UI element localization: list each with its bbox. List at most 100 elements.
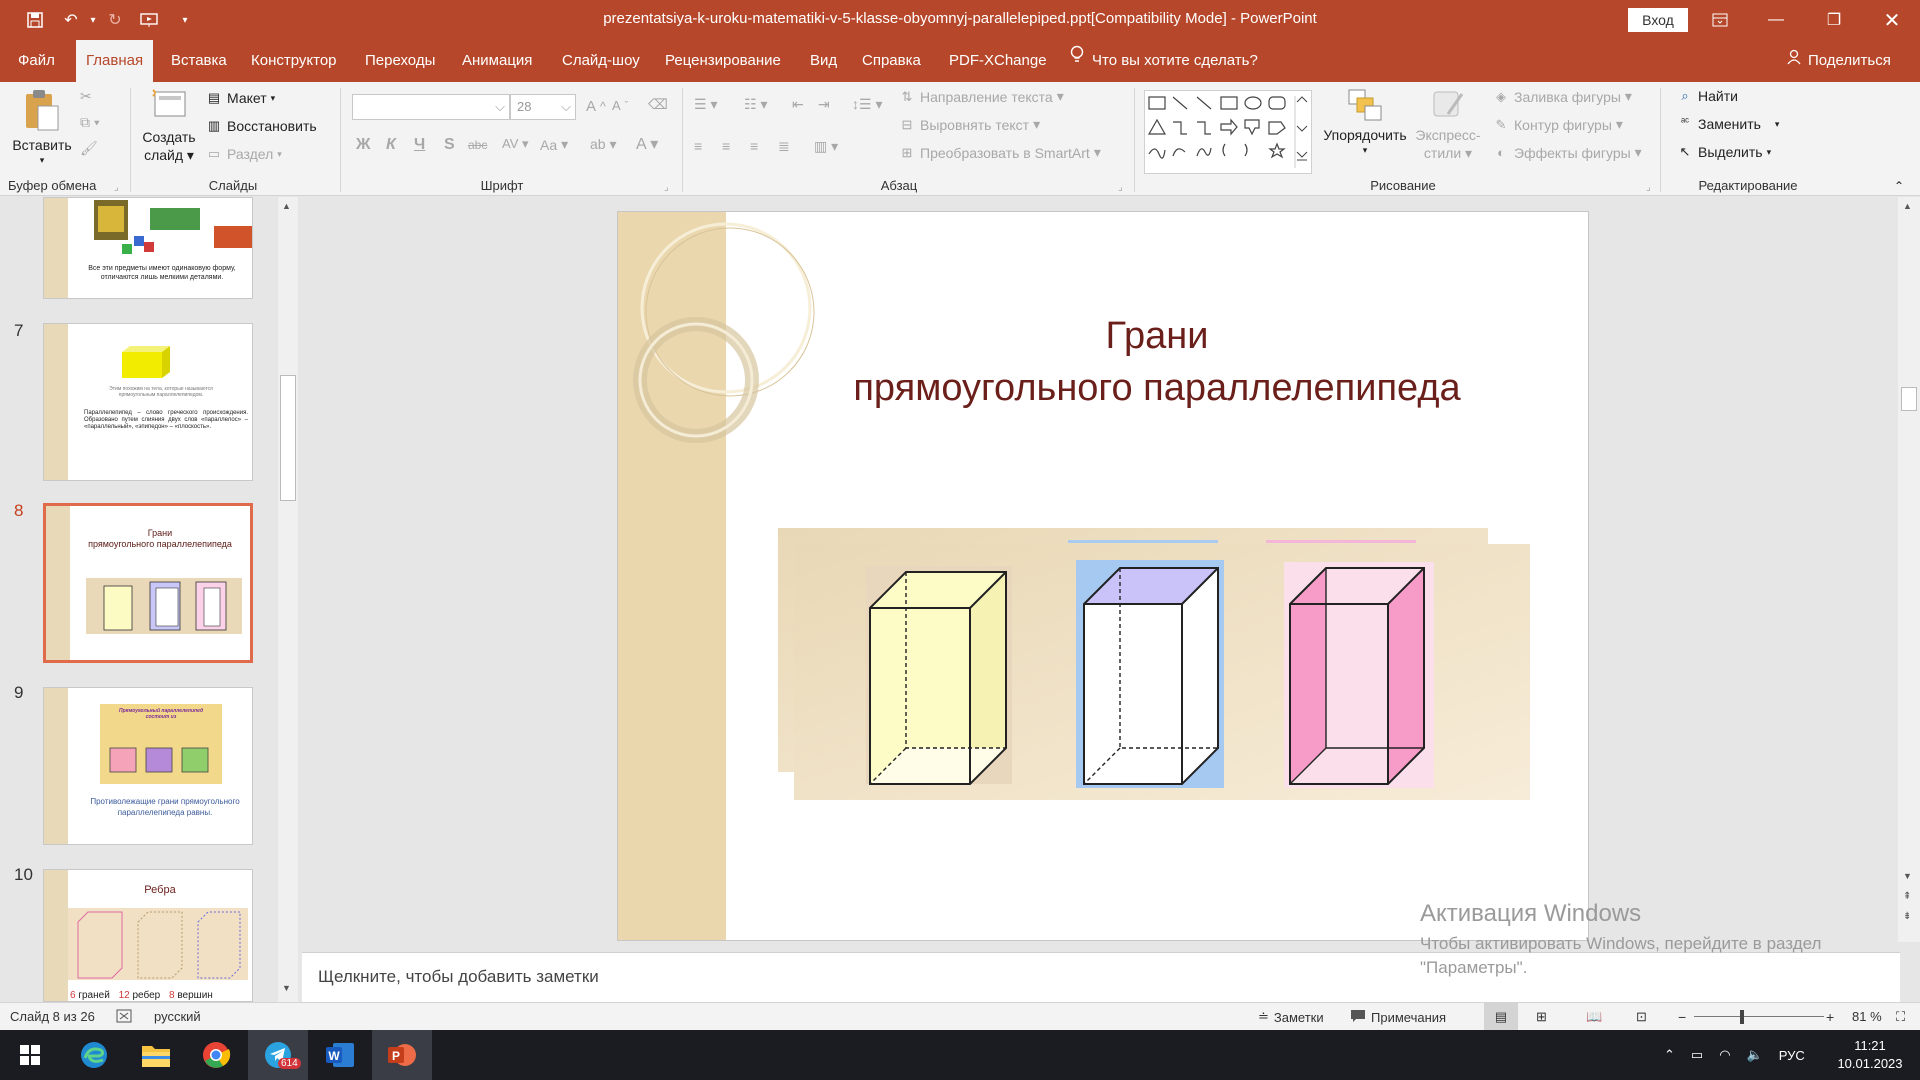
increase-font-icon[interactable]: A ^ <box>586 98 606 115</box>
zoom-level[interactable]: 81 % <box>1852 1009 1882 1024</box>
slide-scrollbar[interactable]: ▲ ▼ ⇞ ⇟ <box>1898 197 1920 942</box>
sign-in-button[interactable]: Вход <box>1628 8 1688 32</box>
paragraph-launcher-icon[interactable]: ⌟ <box>1118 182 1123 193</box>
bullets-icon[interactable]: ☰ ▾ <box>694 96 717 113</box>
tab-insert[interactable]: Вставка <box>161 40 237 82</box>
slide-thumbnail-7[interactable]: Этим похожим на тела, которые называются… <box>43 323 253 481</box>
language-indicator[interactable]: русский <box>154 1009 201 1024</box>
character-spacing-icon[interactable]: AV ▾ <box>502 136 529 152</box>
tab-slideshow[interactable]: Слайд-шоу <box>552 40 650 82</box>
new-slide-button[interactable]: Создать слайд ▾ <box>138 88 200 164</box>
tab-file[interactable]: Файл <box>8 40 65 82</box>
normal-view-icon[interactable]: ▤ <box>1484 1003 1518 1030</box>
slide-thumbnail-10[interactable]: Ребра 6 граней 12 ребер 8 вершин <box>43 869 253 1002</box>
decrease-font-icon[interactable]: Aˇ <box>612 98 628 113</box>
scroll-up-icon[interactable]: ▲ <box>1903 201 1912 211</box>
tab-transitions[interactable]: Переходы <box>355 40 445 82</box>
tab-home[interactable]: Главная <box>76 40 154 82</box>
layout-button[interactable]: ▤ Макет ▾ <box>205 90 275 106</box>
comments-button[interactable]: Примечания <box>1350 1009 1446 1026</box>
arrange-button[interactable]: Упорядочить ▾ <box>1318 88 1412 156</box>
reading-view-icon[interactable]: 📖 <box>1586 1009 1602 1025</box>
copy-icon[interactable]: ⧉ ▾ <box>80 114 100 131</box>
tab-pdf-xchange[interactable]: PDF-XChange <box>939 40 1057 82</box>
tab-animations[interactable]: Анимация <box>452 40 542 82</box>
reset-button[interactable]: ▥ Восстановить <box>205 118 317 134</box>
align-left-icon[interactable]: ≡ <box>694 138 702 154</box>
shape-fill-button[interactable]: ◈ Заливка фигуры ▾ <box>1492 88 1632 105</box>
zoom-slider-thumb[interactable] <box>1740 1010 1744 1024</box>
share-button[interactable]: Поделиться <box>1776 40 1901 82</box>
zoom-slider[interactable] <box>1694 1016 1824 1017</box>
highlight-icon[interactable]: ab ▾ <box>590 136 617 153</box>
fit-to-window-icon[interactable]: ⛶ <box>1896 1009 1905 1025</box>
notes-toggle-button[interactable]: ≐ Заметки <box>1258 1009 1324 1025</box>
spellcheck-icon[interactable] <box>116 1009 134 1023</box>
drawing-launcher-icon[interactable]: ⌟ <box>1646 182 1651 193</box>
bold-button[interactable]: Ж <box>356 136 370 154</box>
parallelepipeds-picture[interactable] <box>778 528 1538 818</box>
clear-formatting-icon[interactable]: ⌫ <box>648 96 668 113</box>
chrome-icon[interactable] <box>186 1030 246 1080</box>
scroll-up-icon[interactable]: ▲ <box>282 201 291 211</box>
ribbon-display-options-icon[interactable] <box>1692 0 1748 40</box>
shadow-button[interactable]: S <box>444 136 455 154</box>
slide-thumbnail-9[interactable]: Прямоугольный параллелепипед состоит из … <box>43 687 253 845</box>
close-icon[interactable]: ✕ <box>1864 0 1920 40</box>
show-hidden-icons-icon[interactable]: ⌃ <box>1664 1047 1675 1063</box>
tell-me-search[interactable]: Что вы хотите сделать? <box>1060 40 1268 82</box>
increase-indent-icon[interactable]: ⇥ <box>818 96 830 113</box>
scroll-down-icon[interactable]: ▼ <box>282 983 291 993</box>
word-icon[interactable]: W <box>310 1030 370 1080</box>
scrollbar-thumb[interactable] <box>1901 387 1917 411</box>
slide-title[interactable]: Грани прямоугольного параллелепипеда <box>726 310 1588 414</box>
underline-button[interactable]: Ч <box>414 136 425 154</box>
justify-icon[interactable]: ≣ <box>778 138 790 155</box>
select-button[interactable]: ↖ Выделить ▾ <box>1676 144 1772 160</box>
font-name-combo[interactable]: ⌵ <box>352 94 510 120</box>
find-button[interactable]: ⌕ Найти <box>1676 88 1738 104</box>
shapes-gallery[interactable] <box>1144 90 1312 174</box>
restore-icon[interactable]: ❐ <box>1806 0 1862 40</box>
smartart-button[interactable]: ⊞ Преобразовать в SmartArt ▾ <box>898 144 1101 161</box>
slide-thumbnail-6[interactable]: Все эти предметы имеют одинаковую форму,… <box>43 197 253 299</box>
slide-sorter-icon[interactable]: ⊞ <box>1536 1009 1547 1025</box>
file-explorer-icon[interactable] <box>126 1030 186 1080</box>
zoom-in-icon[interactable]: + <box>1826 1009 1834 1025</box>
columns-icon[interactable]: ▥ ▾ <box>814 138 838 155</box>
edge-icon[interactable] <box>64 1030 124 1080</box>
slideshow-view-icon[interactable]: ⊡ <box>1636 1009 1647 1025</box>
battery-icon[interactable]: ▭ <box>1691 1047 1703 1063</box>
line-spacing-icon[interactable]: ↕☰ ▾ <box>852 96 882 113</box>
quick-styles-button[interactable]: Экспресс- стили ▾ <box>1414 88 1482 162</box>
clock[interactable]: 11:21 10.01.2023 <box>1830 1030 1910 1080</box>
minimize-icon[interactable]: — <box>1748 0 1804 40</box>
clipboard-launcher-icon[interactable]: ⌟ <box>114 182 119 193</box>
volume-icon[interactable]: 🔈 <box>1747 1047 1763 1063</box>
shape-outline-button[interactable]: ✎ Контур фигуры ▾ <box>1492 116 1623 133</box>
telegram-icon[interactable]: 614 <box>248 1030 308 1080</box>
tab-help[interactable]: Справка <box>852 40 931 82</box>
tab-view[interactable]: Вид <box>800 40 847 82</box>
thumbnails-scrollbar[interactable]: ▲ ▼ <box>278 197 298 1002</box>
paste-button[interactable]: Вставить ▾ <box>8 88 76 166</box>
align-right-icon[interactable]: ≡ <box>750 138 758 154</box>
align-center-icon[interactable]: ≡ <box>722 138 730 154</box>
keyboard-language[interactable]: РУС <box>1779 1048 1805 1063</box>
start-windows-icon[interactable] <box>0 1030 60 1080</box>
text-direction-button[interactable]: ⇅ Направление текста ▾ <box>898 88 1064 105</box>
numbering-icon[interactable]: ☷ ▾ <box>744 96 767 113</box>
scroll-down-icon[interactable]: ▼ <box>1903 871 1912 881</box>
previous-slide-icon[interactable]: ⇞ <box>1903 891 1911 902</box>
tab-review[interactable]: Рецензирование <box>655 40 791 82</box>
wifi-icon[interactable]: ◠ <box>1719 1047 1730 1063</box>
tab-design[interactable]: Конструктор <box>241 40 347 82</box>
strikethrough-button[interactable]: abc <box>468 138 487 152</box>
shape-effects-button[interactable]: ◐ Эффекты фигуры ▾ <box>1492 144 1642 161</box>
decrease-indent-icon[interactable]: ⇤ <box>792 96 804 113</box>
next-slide-icon[interactable]: ⇟ <box>1903 911 1911 922</box>
slide-thumbnail-8-selected[interactable]: Грани прямоугольного параллелепипеда <box>43 503 253 663</box>
font-size-combo[interactable]: 28 ⌵ <box>510 94 576 120</box>
format-painter-icon[interactable]: 🖌 <box>80 140 98 157</box>
align-text-button[interactable]: ⊟ Выровнять текст ▾ <box>898 116 1041 133</box>
